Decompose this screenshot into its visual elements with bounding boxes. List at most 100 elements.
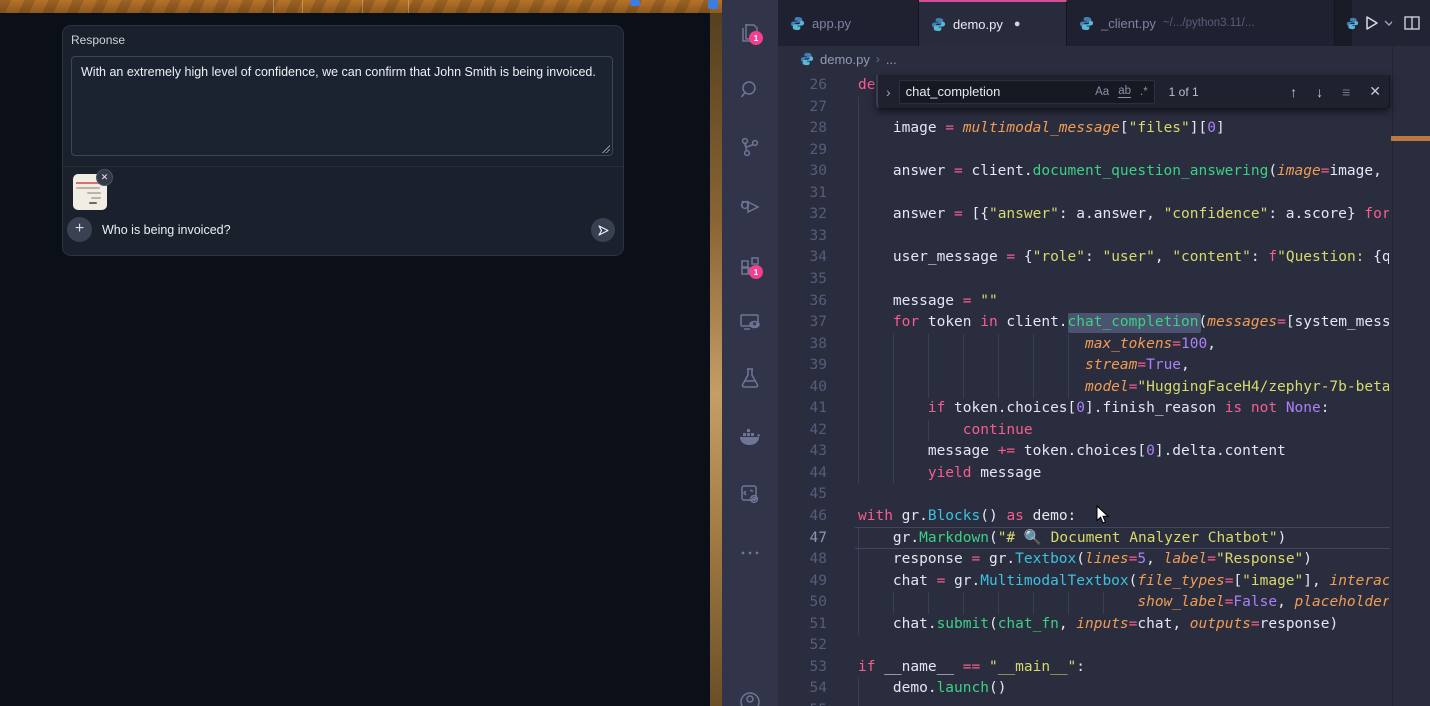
line-number[interactable]: 35 [778, 269, 827, 291]
code-line[interactable]: demo.launch() [858, 678, 1389, 700]
line-number[interactable]: 27 [778, 97, 827, 119]
code-line[interactable]: if token.choices[0].finish_reason is not… [858, 398, 1389, 420]
code-line[interactable]: yield message [858, 463, 1389, 485]
invoice-line [76, 187, 100, 189]
breadcrumb[interactable]: demo.py › ... [778, 46, 1390, 72]
code-line[interactable]: if __name__ == "__main__": [858, 657, 1389, 679]
code-line[interactable]: answer = [{"answer": a.answer, "confiden… [858, 204, 1389, 226]
tab-client-py[interactable]: _client.py ~/.../python3.11/... [1067, 0, 1335, 46]
titlebar-separator [302, 0, 303, 13]
tab-app-py[interactable]: app.py [778, 0, 919, 46]
line-number[interactable]: 30 [778, 161, 827, 183]
regex-toggle[interactable]: .* [1140, 86, 1148, 98]
python-icon [1346, 17, 1359, 30]
line-number[interactable]: 46 [778, 506, 827, 528]
code-line[interactable]: max_tokens=100, [858, 334, 1389, 356]
code-line[interactable]: answer = client.document_question_answer… [858, 161, 1389, 183]
find-previous-icon[interactable]: ↑ [1290, 84, 1297, 100]
textarea-resize-handle[interactable] [601, 144, 610, 153]
code-line[interactable]: show_label=False, placeholder="Upload an… [858, 592, 1389, 614]
code-line[interactable]: with gr.Blocks() as demo: [858, 506, 1389, 528]
line-number[interactable]: 31 [778, 183, 827, 205]
explorer-icon[interactable]: 1 [738, 21, 762, 45]
code-line[interactable]: stream=True, [858, 355, 1389, 377]
find-collapse-chevron-icon[interactable]: › [886, 84, 891, 100]
remote-explorer-icon[interactable] [738, 310, 762, 334]
add-file-button[interactable]: + [67, 217, 92, 242]
tab-demo-py[interactable]: demo.py ● [919, 0, 1067, 46]
code-line[interactable]: chat.submit(chat_fn, inputs=chat, output… [858, 614, 1389, 636]
extensions-icon[interactable]: 1 [738, 255, 762, 279]
search-icon[interactable] [738, 78, 762, 102]
code-line[interactable]: for token in client.chat_completion(mess… [858, 312, 1389, 334]
line-number[interactable]: 54 [778, 678, 827, 700]
find-in-selection-icon[interactable]: ≡ [1342, 84, 1350, 100]
code-line[interactable]: continue [858, 420, 1389, 442]
tools-file-gear-icon[interactable] [738, 482, 762, 506]
find-input[interactable] [906, 84, 1086, 99]
line-number[interactable]: 28 [778, 118, 827, 140]
line-number[interactable]: 37 [778, 312, 827, 334]
line-number[interactable]: 50 [778, 592, 827, 614]
find-next-icon[interactable]: ↓ [1316, 84, 1323, 100]
breadcrumb-file[interactable]: demo.py [820, 52, 870, 67]
source-control-icon[interactable] [738, 135, 762, 159]
code-line[interactable]: image = multimodal_message["files"][0] [858, 118, 1389, 140]
line-number[interactable]: 48 [778, 549, 827, 571]
browser-titlebar [0, 0, 722, 13]
line-number[interactable]: 45 [778, 484, 827, 506]
breadcrumb-tail[interactable]: ... [886, 52, 897, 67]
line-number[interactable]: 51 [778, 614, 827, 636]
extensions-badge: 1 [749, 265, 763, 279]
line-number[interactable]: 53 [778, 657, 827, 679]
invoice-line [87, 192, 101, 194]
line-number[interactable]: 43 [778, 441, 827, 463]
python-icon [800, 52, 814, 66]
send-button[interactable] [591, 218, 615, 242]
line-number[interactable]: 34 [778, 247, 827, 269]
line-number[interactable]: 29 [778, 140, 827, 162]
code-line[interactable]: user_message = {"role": "user", "content… [858, 247, 1389, 269]
line-number[interactable]: 32 [778, 204, 827, 226]
unsaved-dot[interactable]: ● [1014, 18, 1021, 30]
test-beaker-icon[interactable] [738, 366, 762, 390]
line-number[interactable]: 36 [778, 291, 827, 313]
minimap-find-match-band [1391, 136, 1430, 141]
desktop-wallpaper-gap [710, 13, 722, 706]
code-line[interactable]: response = gr.Textbox(lines=5, label="Re… [858, 549, 1389, 571]
more-views-icon[interactable] [738, 541, 762, 565]
run-debug-icon[interactable] [738, 193, 762, 217]
chat-input-text[interactable]: Who is being invoiced? [102, 223, 231, 237]
line-number[interactable]: 47 [778, 528, 827, 550]
find-close-icon[interactable]: ✕ [1369, 83, 1381, 100]
line-number[interactable]: 55 [778, 700, 827, 706]
code-line[interactable]: gr.Markdown("# 🔍 Document Analyzer Chatb… [858, 528, 1389, 550]
line-number[interactable]: 49 [778, 571, 827, 593]
docker-icon[interactable] [738, 425, 762, 449]
screen: Response With an extremely high level of… [0, 0, 1430, 706]
line-number[interactable]: 44 [778, 463, 827, 485]
whole-word-toggle[interactable]: ab [1118, 85, 1131, 98]
code-line[interactable]: message = "" [858, 291, 1389, 313]
line-number[interactable]: 39 [778, 355, 827, 377]
find-input-box: Aa ab .* [899, 80, 1155, 104]
line-number[interactable]: 41 [778, 398, 827, 420]
line-number[interactable]: 33 [778, 226, 827, 248]
code-line[interactable]: message += token.choices[0].delta.conten… [858, 441, 1389, 463]
match-case-toggle[interactable]: Aa [1095, 86, 1109, 98]
invoice-line [91, 197, 101, 199]
response-textarea[interactable]: With an extremely high level of confiden… [71, 56, 613, 156]
code-line[interactable]: chat = gr.MultimodalTextbox(file_types=[… [858, 571, 1389, 593]
python-icon [1079, 16, 1094, 31]
line-number[interactable]: 26 [778, 75, 827, 97]
tab-label: _client.py [1101, 16, 1156, 31]
line-number[interactable]: 42 [778, 420, 827, 442]
run-file-button[interactable] [1361, 13, 1381, 33]
line-number[interactable]: 38 [778, 334, 827, 356]
code-line[interactable]: model="HuggingFaceH4/zephyr-7b-beta"): [858, 377, 1389, 399]
minimap[interactable] [1392, 0, 1430, 706]
line-number[interactable]: 52 [778, 635, 827, 657]
account-icon[interactable] [738, 690, 762, 706]
line-number[interactable]: 40 [778, 377, 827, 399]
remove-attachment-button[interactable]: ✕ [96, 169, 113, 186]
